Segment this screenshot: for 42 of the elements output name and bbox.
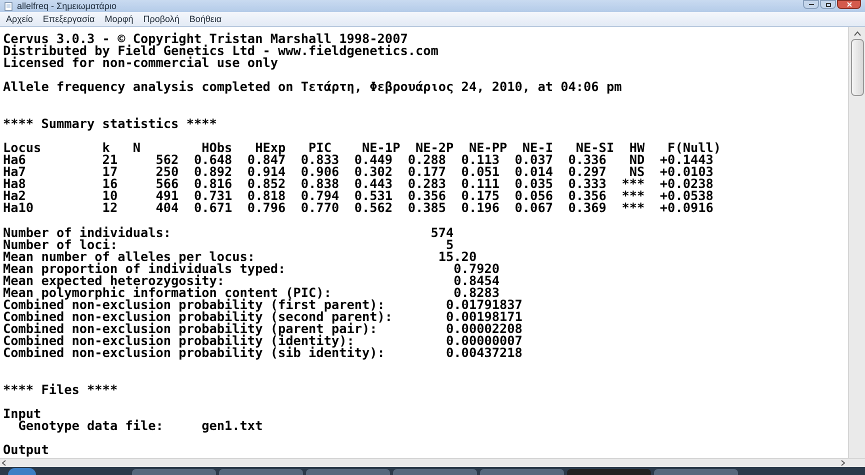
text-line: Combined non-exclusion probability (first parent): 0.01791837 <box>3 299 522 312</box>
scrollbar-thumb[interactable] <box>850 39 864 96</box>
text-line: Combined non-exclusion probability (sib identity): 0.00437218 <box>3 347 522 360</box>
window-title: allelfreq - Σημειωματάριο <box>17 2 116 10</box>
text-line: Number of individuals: 574 <box>3 226 454 239</box>
text-line: Output <box>3 444 49 456</box>
text-line: Ha7 17 250 0.892 0.914 0.906 0.302 0.177 0.051 0.014 0.297 NS +0.0103 <box>3 166 714 178</box>
text-line: Combined non-exclusion probability (second parent): 0.00198171 <box>3 311 522 324</box>
menu-item[interactable]: Βοήθεια <box>189 14 222 24</box>
text-line: Input <box>3 408 42 420</box>
text-line: Mean proportion of individuals typed: 0.7920 <box>3 262 500 275</box>
text-line: Mean number of alleles per locus: 15.20 <box>3 250 477 263</box>
text-line: Genotype data file: gen1.txt <box>18 420 263 432</box>
text-line: Ha6 21 562 0.648 0.847 0.833 0.449 0.288 0.113 0.037 0.336 ND +0.1443 <box>3 154 714 166</box>
close-icon <box>846 2 852 7</box>
text-line: Mean polymorphic information content (PIC): 0.8283 <box>3 286 500 300</box>
text-line: Combined non-exclusion probability (identity): 0.00000007 <box>3 335 522 348</box>
text-line: Mean expected heterozygosity: 0.8454 <box>3 274 500 287</box>
minimize-button[interactable] <box>803 0 819 9</box>
text-line: Number of loci: 5 <box>3 238 454 251</box>
text-line: Distributed by Field Genetics Ltd - www.fieldgenetics.com <box>3 45 438 58</box>
menu-item[interactable]: Προβολή <box>143 14 180 24</box>
text-line: **** Files **** <box>3 384 118 396</box>
text-line: Licensed for non-commercial use only <box>3 57 278 70</box>
notepad-icon <box>4 2 13 10</box>
restore-button[interactable] <box>820 0 836 9</box>
text-line: Locus k N HObs HExp PIC NE-1P NE-2P NE-PP NE-I NE-SI HW F(Null) <box>3 142 722 154</box>
close-button[interactable] <box>837 0 861 9</box>
menu-item[interactable]: Αρχείο <box>6 14 33 24</box>
text-line: Combined non-exclusion probability (parent pair): 0.00002208 <box>3 323 522 336</box>
text-line: Ha2 10 491 0.731 0.818 0.794 0.531 0.356 0.175 0.056 0.356 *** +0.0538 <box>3 190 714 202</box>
text-line: Ha10 12 404 0.671 0.796 0.770 0.562 0.385 0.196 0.067 0.369 *** +0.0916 <box>3 202 714 214</box>
text-line: Allele frequency analysis completed on Τετάρτη, Φεβρουάριος 24, 2010, at 04:06 pm <box>3 81 622 94</box>
text-area[interactable] <box>0 27 848 458</box>
vertical-scrollbar[interactable] <box>848 27 865 458</box>
text-line: Cervus 3.0.3 - © Copyright Tristan Marshall 1998-2007 <box>3 33 408 46</box>
menu-item[interactable]: Επεξεργασία <box>42 14 95 24</box>
horizontal-scrollbar[interactable] <box>0 458 865 467</box>
text-line: Ha8 16 566 0.816 0.852 0.838 0.443 0.283 0.111 0.035 0.333 *** +0.0238 <box>3 178 714 190</box>
text-line: **** Summary statistics **** <box>3 118 217 130</box>
start-orb-icon[interactable] <box>8 468 36 475</box>
menu-item[interactable]: Μορφή <box>104 14 134 24</box>
